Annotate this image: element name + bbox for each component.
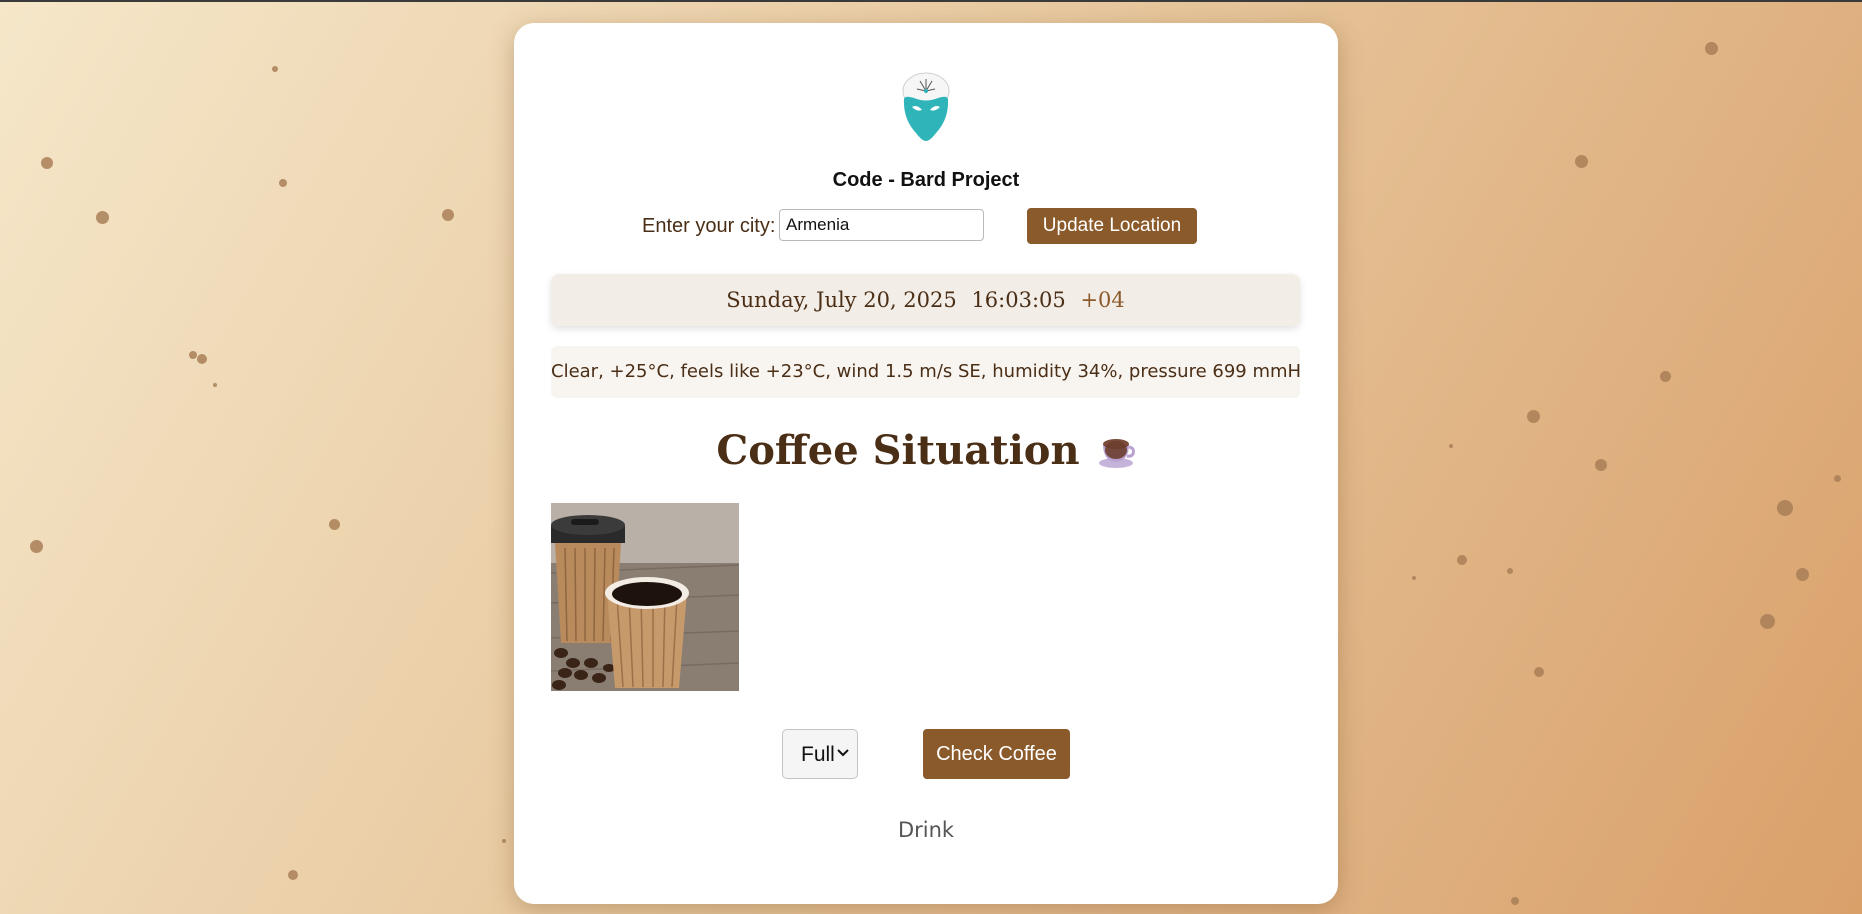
update-location-button[interactable]: Update Location bbox=[1027, 208, 1197, 244]
main-card: Code - Bard Project Enter your city: Upd… bbox=[514, 23, 1338, 904]
coffee-cup-icon bbox=[1098, 439, 1135, 468]
weather-summary: Clear, +25°C, feels like +23°C, wind 1.5… bbox=[551, 346, 1300, 398]
coffee-heading-text: Coffee Situation bbox=[716, 427, 1080, 474]
coffee-cups-photo bbox=[551, 503, 739, 691]
datetime-display: Sunday, July 20, 2025 16:03:05 +04 bbox=[551, 274, 1300, 326]
date-text: Sunday, July 20, 2025 bbox=[726, 288, 957, 312]
coffee-status-select[interactable]: Full bbox=[782, 729, 858, 779]
project-title: Code - Bard Project bbox=[832, 169, 1020, 191]
time-text: 16:03:05 bbox=[971, 288, 1066, 312]
city-label: Enter your city: bbox=[642, 215, 776, 237]
check-coffee-button[interactable]: Check Coffee bbox=[923, 729, 1070, 779]
city-input[interactable] bbox=[779, 209, 984, 241]
chevron-down-icon bbox=[837, 749, 849, 757]
coffee-result-text: Drink bbox=[897, 818, 955, 842]
coffee-status-selected: Full bbox=[801, 743, 835, 766]
mask-logo-icon bbox=[902, 72, 950, 141]
coffee-section-heading: Coffee Situation bbox=[514, 427, 1338, 474]
location-form: Enter your city: Update Location bbox=[514, 208, 1338, 245]
timezone-text: +04 bbox=[1080, 288, 1125, 312]
window-top-border bbox=[0, 0, 1862, 2]
